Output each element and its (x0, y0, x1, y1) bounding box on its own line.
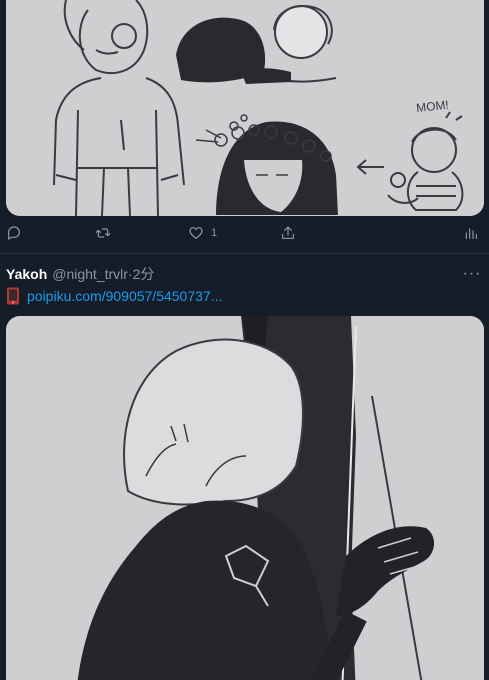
more-icon: ··· (462, 265, 482, 282)
previous-tweet-actions: 1 (0, 218, 489, 248)
tweet-image[interactable] (6, 316, 484, 680)
sketch-artwork-2 (6, 316, 484, 680)
analytics-icon (465, 228, 477, 239)
share-icon (282, 226, 294, 239)
like-button[interactable]: 1 (188, 224, 217, 242)
tweet-header: Yakoh @night_trvlr · 2分 ··· (6, 264, 484, 284)
more-options-button[interactable]: ··· (462, 264, 482, 284)
handle[interactable]: @night_trvlr (52, 266, 128, 282)
share-button[interactable] (280, 224, 296, 242)
tweet-text: poipiku.com/909057/5450737... (6, 286, 222, 306)
sketch-artwork-1: MOM! (6, 0, 484, 216)
mobile-phone-icon (7, 287, 19, 305)
poipiku-link[interactable]: poipiku.com/909057/5450737... (27, 288, 222, 304)
timeline-feed: MOM! 1 Yakoh @night_trvlr · 2分 ··· poipi… (0, 0, 489, 680)
display-name[interactable]: Yakoh (6, 266, 47, 282)
analytics-button[interactable] (463, 224, 479, 242)
tweet-divider (0, 253, 489, 254)
reply-button[interactable] (6, 224, 29, 242)
retweet-button[interactable] (95, 224, 118, 242)
like-count: 1 (211, 227, 218, 239)
reply-icon (8, 226, 20, 240)
heart-icon (189, 227, 203, 239)
retweet-icon (95, 228, 111, 238)
timestamp[interactable]: 2分 (133, 264, 155, 284)
previous-tweet-image[interactable]: MOM! (6, 0, 484, 216)
